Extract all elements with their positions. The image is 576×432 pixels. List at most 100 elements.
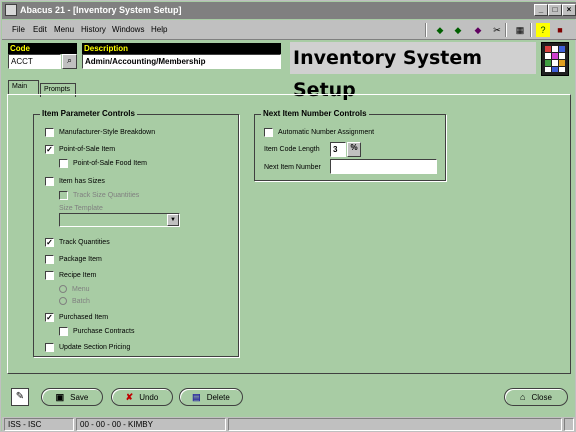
save-icon: ▣ — [55, 391, 65, 402]
checkbox-label: Update Section Pricing — [59, 343, 131, 351]
close-label: Close — [531, 392, 552, 402]
undo-button[interactable]: ✘ Undo — [111, 388, 173, 406]
close-window-button[interactable]: × — [562, 4, 576, 16]
code-label: Code — [8, 43, 77, 54]
checkbox-label: Point-of-Sale Food Item — [73, 159, 147, 167]
save-label: Save — [70, 392, 89, 402]
exit-icon[interactable]: ■ — [553, 23, 567, 37]
automatic-number-checkbox[interactable]: Automatic Number Assignment — [264, 126, 374, 138]
checkbox-icon — [59, 326, 68, 336]
maximize-button[interactable]: □ — [548, 4, 562, 16]
manufacturer-style-checkbox[interactable]: Manufacturer-Style Breakdown — [45, 126, 155, 138]
description-label: Description — [82, 43, 281, 54]
track-size-quantities-checkbox: Track Size Quantities — [59, 189, 139, 201]
cut-icon[interactable]: ✂ — [490, 23, 504, 37]
door-icon: ⌂ — [520, 392, 526, 402]
checkbox-label: Automatic Number Assignment — [278, 128, 375, 136]
code-field[interactable]: ACCT — [8, 54, 61, 69]
menu-edit[interactable]: Edit — [33, 25, 47, 34]
delete-icon: ▤ — [192, 391, 201, 402]
close-button[interactable]: ⌂ Close — [504, 388, 568, 406]
checkbox-label: Manufacturer-Style Breakdown — [59, 128, 156, 136]
menu-windows[interactable]: Windows — [112, 25, 144, 34]
size-template-select: ▼ — [59, 213, 180, 227]
back-arrow-icon[interactable]: ◆ — [433, 23, 447, 37]
status-left: ISS - ISC — [4, 418, 74, 431]
update-section-pricing-checkbox[interactable]: Update Section Pricing — [45, 341, 130, 353]
package-item-checkbox[interactable]: Package Item — [45, 253, 102, 265]
checkbox-icon — [45, 270, 54, 280]
minimize-button[interactable]: _ — [534, 4, 548, 16]
app-window: Abacus 21 - [Inventory System Setup] _ □… — [0, 0, 576, 432]
menu-help[interactable]: Help — [151, 25, 167, 34]
item-code-length-label: Item Code Length — [264, 145, 320, 153]
checkbox-label: Item has Sizes — [59, 177, 105, 185]
save-button[interactable]: ▣ Save — [41, 388, 103, 406]
checkbox-label: Purchase Contracts — [73, 327, 135, 335]
status-bar: ISS - ISC 00 - 00 - 00 - KIMBY — [2, 417, 576, 432]
checkbox-icon — [59, 190, 68, 200]
menu-history[interactable]: History — [81, 25, 106, 34]
checkbox-label: Track Quantities — [59, 238, 110, 246]
tab-main[interactable]: Main — [8, 80, 39, 94]
title-bar: Abacus 21 - [Inventory System Setup] _ □… — [2, 2, 576, 19]
resize-grip[interactable] — [564, 418, 574, 431]
app-icon[interactable] — [5, 4, 17, 16]
status-empty — [228, 418, 562, 431]
search-icon: ⌕ — [66, 55, 73, 65]
description-field[interactable]: Admin/Accounting/Membership — [82, 54, 281, 69]
checkmark-icon: ✓ — [45, 144, 54, 154]
window-title: Abacus 21 - [Inventory System Setup] — [20, 5, 182, 15]
menu-bar: File Edit Menu History Windows Help ◆ ◆ … — [2, 20, 576, 40]
checkmark-icon: ✓ — [45, 312, 54, 322]
menu-file[interactable]: File — [12, 25, 25, 34]
checkmark-icon: ✓ — [45, 237, 54, 247]
group-title: Item Parameter Controls — [40, 109, 137, 118]
item-has-sizes-checkbox[interactable]: Item has Sizes — [45, 175, 105, 187]
checkbox-label: Package Item — [59, 255, 102, 263]
chevron-down-icon: ▼ — [167, 214, 179, 226]
code-length-button[interactable]: % — [347, 142, 361, 157]
group-title: Next Item Number Controls — [261, 109, 369, 118]
radio-icon — [59, 297, 67, 305]
checkbox-icon — [45, 176, 54, 186]
checkbox-label: Recipe Item — [59, 271, 97, 279]
code-search-button[interactable]: ⌕ — [62, 54, 77, 69]
notes-icon[interactable]: ✎ — [11, 388, 29, 406]
point-of-sale-checkbox[interactable]: ✓ Point-of-Sale Item — [45, 143, 115, 155]
next-item-number-label: Next Item Number — [264, 163, 321, 171]
radio-icon — [59, 285, 67, 293]
checkbox-label: Track Size Quantities — [73, 191, 140, 199]
forward-arrow-icon[interactable]: ◆ — [451, 23, 465, 37]
checkbox-icon — [59, 158, 68, 168]
next-item-number-field[interactable] — [330, 159, 437, 174]
recipe-item-checkbox[interactable]: Recipe Item — [45, 269, 96, 281]
toolbar-separator — [425, 23, 427, 37]
checkbox-label: Purchased Item — [59, 313, 109, 321]
logo-grid-icon — [545, 46, 565, 72]
item-code-length-field[interactable]: 3 — [330, 142, 346, 157]
purchase-contracts-checkbox[interactable]: Purchase Contracts — [59, 325, 134, 337]
checkbox-icon — [264, 127, 273, 137]
radio-label: Batch — [72, 297, 90, 305]
point-of-sale-food-checkbox[interactable]: Point-of-Sale Food Item — [59, 157, 147, 169]
menu-menu[interactable]: Menu — [54, 25, 74, 34]
checkbox-icon — [45, 254, 54, 264]
radio-batch: Batch — [59, 295, 90, 307]
status-middle: 00 - 00 - 00 - KIMBY — [76, 418, 226, 431]
track-quantities-checkbox[interactable]: ✓ Track Quantities — [45, 236, 110, 248]
checkbox-icon — [45, 127, 54, 137]
toolbar-separator — [505, 23, 507, 37]
checkbox-icon — [45, 342, 54, 352]
purchased-item-checkbox[interactable]: ✓ Purchased Item — [45, 311, 108, 323]
radio-menu: Menu — [59, 283, 90, 295]
percent-icon: % — [350, 143, 358, 152]
delete-label: Delete — [206, 392, 230, 402]
toolbar-separator — [530, 23, 532, 37]
page-title: Inventory System Setup — [290, 42, 536, 101]
delete-button[interactable]: ▤ Delete — [179, 388, 243, 406]
help-icon[interactable]: ? — [536, 23, 550, 37]
radio-label: Menu — [72, 285, 90, 293]
calculator-icon[interactable]: ▦ — [513, 23, 527, 37]
bookmark-icon[interactable]: ◆ — [471, 23, 485, 37]
